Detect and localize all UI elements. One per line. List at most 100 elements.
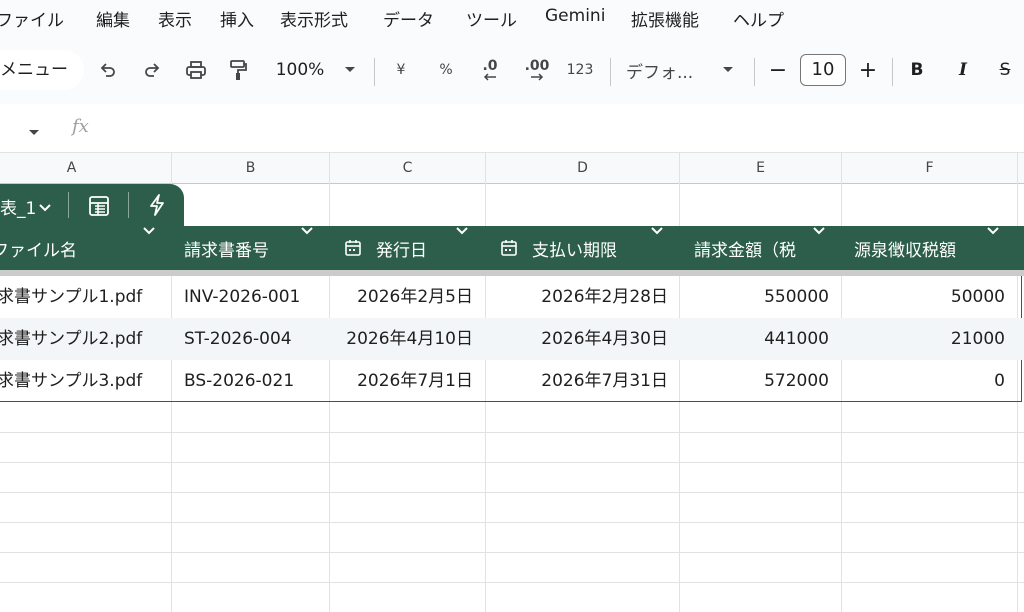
font-chevron-down-icon[interactable] — [720, 56, 736, 84]
cell-withholding-tax[interactable]: 0 — [842, 360, 1005, 402]
table-row: 請求書サンプル3.pdf BS-2026-021 2026年7月1日 2026年… — [0, 360, 1024, 402]
header-due-date[interactable]: 支払い期限 — [500, 226, 617, 270]
filter-chevron-down-icon[interactable] — [650, 226, 664, 236]
redo-icon[interactable] — [140, 56, 164, 84]
currency-button[interactable]: ¥ — [390, 56, 412, 84]
menu-insert[interactable]: 挿入 — [220, 6, 254, 31]
decrease-font-size-button[interactable]: − — [766, 56, 790, 84]
table-view-icon[interactable] — [88, 195, 110, 221]
toolbar-divider — [610, 58, 611, 86]
cell-invoice-amount[interactable]: 441000 — [680, 318, 829, 360]
cell-withholding-tax[interactable]: 50000 — [842, 276, 1005, 318]
menu-data[interactable]: データ — [383, 6, 434, 31]
number-format-button[interactable]: 123 — [564, 56, 596, 84]
cell-due-date[interactable]: 2026年4月30日 — [486, 318, 668, 360]
strikethrough-button[interactable]: S — [994, 56, 1016, 84]
decrease-decimal-button[interactable]: .0 — [474, 56, 506, 84]
menu-tools[interactable]: ツール — [466, 6, 517, 31]
table-name-chip: 表_1 — [0, 184, 184, 226]
table-name[interactable]: 表_1 — [0, 194, 36, 219]
arrow-left-icon — [483, 73, 496, 81]
column-headers: A B C D E F — [0, 152, 1024, 184]
bold-button[interactable]: B — [906, 56, 928, 84]
cell-withholding-tax[interactable]: 21000 — [842, 318, 1005, 360]
zoom-chevron-down-icon[interactable] — [342, 56, 358, 84]
cell-invoice-number[interactable]: BS-2026-021 — [184, 360, 294, 402]
header-invoice-amount[interactable]: 請求金額（税 — [694, 226, 796, 270]
header-invoice-number[interactable]: 請求書番号 — [184, 226, 269, 270]
increase-decimal-label: .00 — [524, 58, 550, 74]
column-header-c[interactable]: C — [330, 153, 486, 184]
filter-chevron-down-icon[interactable] — [986, 226, 1000, 236]
header-label: 発行日 — [376, 240, 427, 261]
paint-format-icon[interactable] — [226, 56, 250, 84]
cell-invoice-number[interactable]: INV-2026-001 — [184, 276, 300, 318]
increase-decimal-button[interactable]: .00 — [520, 56, 554, 84]
font-family-select[interactable]: デフォ... — [626, 56, 706, 84]
cell-file-name[interactable]: 請求書サンプル2.pdf — [0, 318, 142, 360]
filter-chevron-down-icon[interactable] — [455, 226, 469, 236]
menu-format[interactable]: 表示形式 — [280, 6, 348, 31]
grid-line — [0, 492, 1024, 493]
cell-file-name[interactable]: 請求書サンプル3.pdf — [0, 360, 142, 402]
cell-issue-date[interactable]: 2026年4月10日 — [330, 318, 473, 360]
filter-chevron-down-icon[interactable] — [300, 226, 314, 236]
zoom-select[interactable]: 100% — [272, 56, 328, 84]
cell-due-date[interactable]: 2026年2月28日 — [486, 276, 668, 318]
menu-file[interactable]: ファイル — [0, 6, 64, 31]
toolbar-divider — [754, 58, 755, 86]
grid-line — [0, 432, 1024, 433]
calendar-icon — [345, 240, 361, 256]
cell-invoice-amount[interactable]: 550000 — [680, 276, 829, 318]
decrease-decimal-label: .0 — [482, 58, 498, 74]
header-label: 支払い期限 — [532, 240, 617, 261]
percent-button[interactable]: % — [433, 56, 459, 84]
toolbar-divider — [374, 58, 375, 86]
increase-font-size-button[interactable]: + — [856, 56, 880, 84]
chip-divider — [68, 192, 69, 218]
cell-invoice-amount[interactable]: 572000 — [680, 360, 829, 402]
undo-icon[interactable] — [96, 56, 120, 84]
header-label: 源泉徴収税額 — [854, 240, 956, 261]
cell-file-name[interactable]: 請求書サンプル1.pdf — [0, 276, 142, 318]
header-label: 請求金額（税 — [694, 240, 796, 261]
print-icon[interactable] — [183, 56, 209, 84]
cell-issue-date[interactable]: 2026年7月1日 — [330, 360, 473, 402]
table-menu-chevron-down-icon[interactable] — [38, 198, 52, 217]
header-issue-date[interactable]: 発行日 — [344, 226, 427, 270]
cell-invoice-number[interactable]: ST-2026-004 — [184, 318, 292, 360]
filter-chevron-down-icon[interactable] — [812, 226, 826, 236]
table-row: 請求書サンプル1.pdf INV-2026-001 2026年2月5日 2026… — [0, 276, 1024, 318]
menu-view[interactable]: 表示 — [158, 6, 192, 31]
chip-divider — [128, 192, 129, 218]
menu-extensions[interactable]: 拡張機能 — [631, 6, 699, 31]
header-label: 請求書番号 — [184, 240, 269, 261]
column-header-a[interactable]: A — [0, 153, 172, 184]
italic-button[interactable]: I — [952, 56, 974, 84]
cell-due-date[interactable]: 2026年7月31日 — [486, 360, 668, 402]
menu-search-input[interactable]: メニュー — [0, 50, 84, 90]
header-withholding-tax[interactable]: 源泉徴収税額 — [854, 226, 956, 270]
formula-bar: fx — [0, 104, 1024, 152]
menu-gemini[interactable]: Gemini — [545, 6, 605, 26]
grid-line — [0, 582, 1024, 583]
calendar-icon — [501, 240, 517, 256]
column-header-b[interactable]: B — [172, 153, 330, 184]
cell-issue-date[interactable]: 2026年2月5日 — [330, 276, 473, 318]
column-header-d[interactable]: D — [486, 153, 680, 184]
column-header-f[interactable]: F — [842, 153, 1018, 184]
toolbar: メニュー 100% ¥ % .0 .00 123 デフォ... − 10 + B… — [0, 38, 1024, 104]
grid-line — [0, 462, 1024, 463]
fx-icon: fx — [72, 116, 89, 137]
menu-help[interactable]: ヘルプ — [733, 6, 784, 31]
arrow-right-icon — [531, 73, 544, 81]
font-size-input[interactable]: 10 — [800, 54, 846, 86]
menu-bar: ファイル 編集 表示 挿入 表示形式 データ ツール Gemini 拡張機能 ヘ… — [0, 0, 1024, 38]
column-header-e[interactable]: E — [680, 153, 842, 184]
header-file-name[interactable]: ファイル名 — [0, 226, 77, 270]
filter-chevron-down-icon[interactable] — [142, 226, 156, 236]
name-box-chevron-down-icon[interactable] — [28, 122, 40, 141]
lightning-bolt-icon[interactable] — [148, 194, 166, 220]
menu-edit[interactable]: 編集 — [96, 6, 130, 31]
toolbar-divider — [892, 58, 893, 86]
